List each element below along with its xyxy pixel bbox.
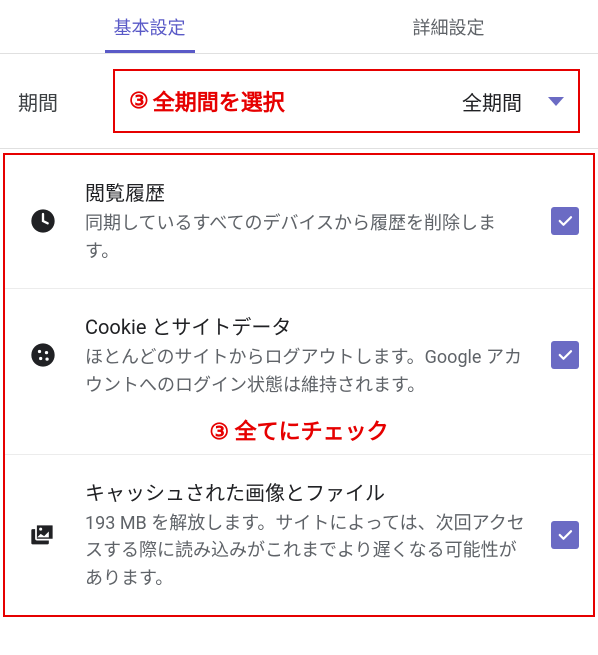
annotation-number-icon: ③ [209, 420, 229, 445]
option-title: Cookie とサイトデータ [85, 311, 529, 340]
option-cached-images: キャッシュされた画像とファイル 193 MB を解放します。サイトによっては、次… [5, 455, 593, 616]
option-cookies: Cookie とサイトデータ ほとんどのサイトからログアウトします。Google… [5, 289, 593, 408]
clock-icon [23, 207, 63, 235]
tab-basic-label: 基本設定 [114, 14, 186, 40]
option-title: 閲覧履歴 [85, 177, 529, 206]
option-texts: キャッシュされた画像とファイル 193 MB を解放します。サイトによっては、次… [85, 477, 529, 594]
cookie-icon [23, 341, 63, 369]
image-stack-icon [23, 521, 63, 549]
time-range-label: 期間 [18, 87, 113, 116]
checkbox-cookies[interactable] [551, 341, 579, 369]
tab-basic[interactable]: 基本設定 [0, 0, 299, 53]
time-range-select[interactable]: ③ 全期間を選択 全期間 [113, 69, 580, 133]
option-browsing-history: 閲覧履歴 同期しているすべてのデバイスから履歴を削除します。 [5, 155, 593, 289]
annotation-select-all-period: ③ 全期間を選択 [129, 85, 285, 117]
option-desc: 同期しているすべてのデバイスから履歴を削除します。 [85, 210, 529, 266]
tab-advanced-label: 詳細設定 [413, 14, 485, 40]
option-title: キャッシュされた画像とファイル [85, 477, 529, 506]
option-texts: 閲覧履歴 同期しているすべてのデバイスから履歴を削除します。 [85, 177, 529, 266]
annotation-text: 全てにチェック [235, 420, 389, 445]
tabs-bar: 基本設定 詳細設定 [0, 0, 598, 54]
options-container: 閲覧履歴 同期しているすべてのデバイスから履歴を削除します。 Cookie とサ… [3, 153, 595, 617]
option-texts: Cookie とサイトデータ ほとんどのサイトからログアウトします。Google… [85, 311, 529, 400]
checkbox-cached-images[interactable] [551, 521, 579, 549]
option-desc: ほとんどのサイトからログアウトします。Google アカウントへのログイン状態は… [85, 344, 529, 400]
time-range-row: 期間 ③ 全期間を選択 全期間 [0, 54, 598, 149]
time-range-value: 全期間 [462, 87, 538, 116]
option-desc: 193 MB を解放します。サイトによっては、次回アクセスする際に読み込みがこれ… [85, 510, 529, 594]
chevron-down-icon [548, 97, 564, 106]
annotation-check-all: ③ 全てにチェック [5, 408, 593, 454]
option-cookies-wrap: Cookie とサイトデータ ほとんどのサイトからログアウトします。Google… [5, 289, 593, 455]
annotation-text: 全期間を選択 [153, 85, 285, 117]
annotation-number-icon: ③ [129, 89, 149, 114]
tab-advanced[interactable]: 詳細設定 [299, 0, 598, 53]
checkbox-browsing-history[interactable] [551, 207, 579, 235]
